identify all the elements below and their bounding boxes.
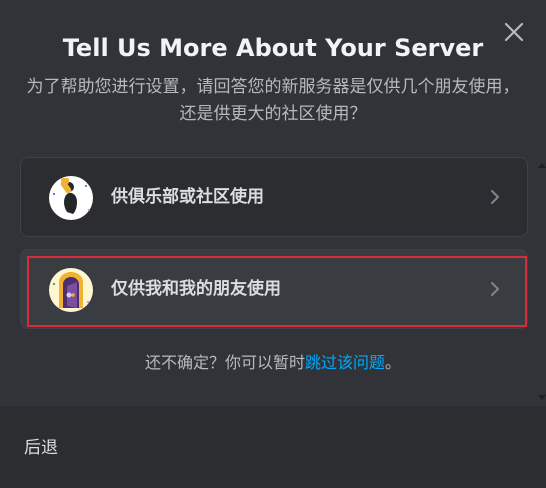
club-community-icon bbox=[49, 176, 93, 220]
skip-hint: 还不确定？你可以暂时跳过该问题。 bbox=[0, 350, 546, 376]
modal-footer: 后退 bbox=[0, 406, 546, 488]
scroll-down-arrow-icon[interactable] bbox=[538, 394, 546, 402]
skip-hint-text: 还不确定？你可以暂时 bbox=[144, 353, 305, 372]
scroll-up-arrow-icon[interactable] bbox=[538, 161, 546, 169]
chevron-right-icon bbox=[491, 190, 499, 204]
option-label: 供俱乐部或社区使用 bbox=[111, 187, 264, 207]
modal-subtitle: 为了帮助您进行设置，请回答您的新服务器是仅供几个朋友使用，还是供更大的社区使用？ bbox=[26, 77, 520, 124]
modal-title: Tell Us More About Your Server bbox=[62, 34, 484, 62]
skip-hint-suffix: 。 bbox=[385, 353, 402, 372]
create-server-modal: Tell Us More About Your Server 为了帮助您进行设置… bbox=[0, 0, 546, 488]
focus-highlight bbox=[27, 256, 527, 327]
back-button[interactable]: 后退 bbox=[24, 436, 58, 460]
skip-question-link[interactable]: 跳过该问题 bbox=[305, 353, 385, 372]
option-club-community[interactable]: 供俱乐部或社区使用 bbox=[20, 157, 528, 237]
